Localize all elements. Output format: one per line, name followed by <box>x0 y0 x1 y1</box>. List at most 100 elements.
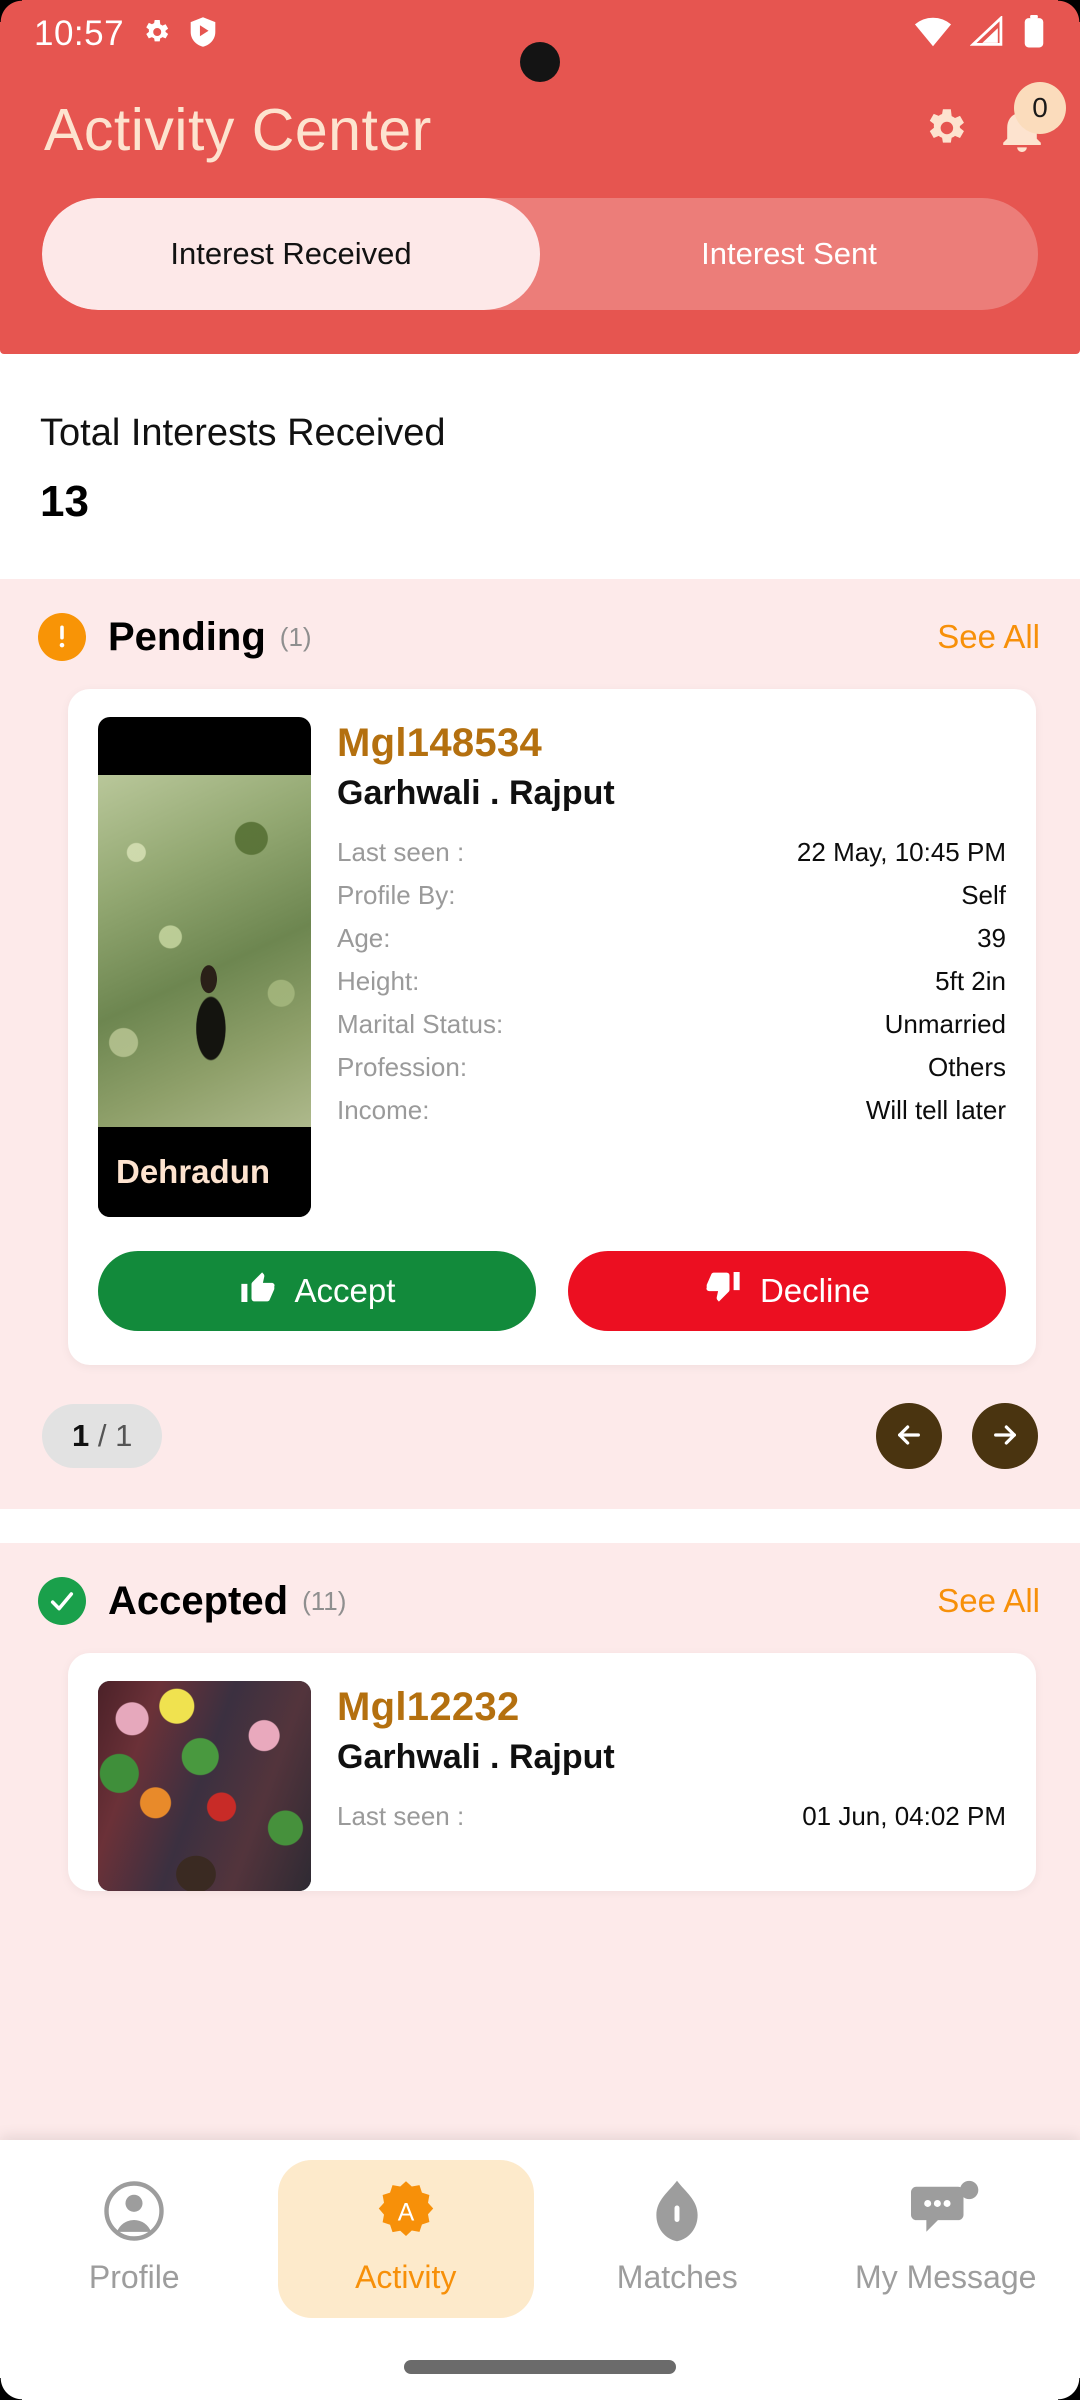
card-action-buttons: Accept Decline <box>98 1251 1006 1331</box>
profile-detail-row: Last seen : 22 May, 10:45 PM <box>337 831 1006 874</box>
pending-see-all-link[interactable]: See All <box>937 618 1040 656</box>
app-bar-actions: 0 <box>920 82 1066 158</box>
screen-corner-top-left <box>0 0 22 22</box>
profile-photo-image <box>98 775 311 1127</box>
settings-gear-icon[interactable] <box>920 103 970 158</box>
pagination-controls <box>876 1403 1038 1469</box>
decline-button-label: Decline <box>759 1272 871 1309</box>
detail-value: 22 May, 10:45 PM <box>796 837 1006 867</box>
chat-bubble-icon <box>910 2178 981 2249</box>
detail-value: 39 <box>977 923 1006 953</box>
accept-button[interactable]: Accept <box>98 1251 536 1331</box>
page-separator: / <box>97 1418 107 1453</box>
accepted-profile-info: Mgl12232 Garhwali . Rajput Last seen : 0… <box>337 1681 1006 1891</box>
pending-section: Pending (1) See All Dehradun Mgl148534 G… <box>0 579 1080 1509</box>
detail-value: Will tell later <box>865 1095 1006 1125</box>
notifications-button[interactable]: 0 <box>1000 82 1066 154</box>
gesture-home-bar[interactable] <box>404 2360 676 2374</box>
nav-label-activity: Activity <box>355 2259 457 2295</box>
detail-key: Last seen : <box>337 1801 465 1831</box>
status-bar-left: 10:57 <box>34 14 218 54</box>
profile-detail-row: Profession: Others <box>337 1046 1006 1089</box>
accepted-profile-photo[interactable] <box>98 1681 311 1891</box>
pending-title: Pending <box>108 614 266 659</box>
interest-tabs: Interest Received Interest Sent <box>42 198 1038 310</box>
screen-corner-bottom-right <box>1058 2378 1080 2400</box>
accept-button-label: Accept <box>294 1272 396 1309</box>
arrow-right-icon <box>989 1419 1021 1454</box>
profile-detail-row: Age: 39 <box>337 917 1006 960</box>
screen-corner-bottom-left <box>0 2378 22 2400</box>
profile-detail-row: Height: 5ft 2in <box>337 960 1006 1003</box>
status-bar-right <box>914 14 1046 54</box>
page-current: 1 <box>72 1418 90 1453</box>
screen-corner-top-right <box>1058 0 1080 22</box>
header-spacer <box>0 310 1080 354</box>
section-divider <box>0 1509 1080 1543</box>
previous-page-button[interactable] <box>876 1403 942 1469</box>
notification-badge: 0 <box>1014 82 1066 134</box>
person-circle-icon <box>101 2178 167 2249</box>
detail-value: Self <box>961 880 1006 910</box>
accepted-section-header: Accepted (11) See All <box>0 1543 1080 1647</box>
svg-text:A: A <box>397 2199 414 2226</box>
accepted-count: (11) <box>302 1585 347 1616</box>
pending-card-body: Dehradun Mgl148534 Garhwali . Rajput Las… <box>98 717 1006 1217</box>
shield-icon <box>646 2178 708 2249</box>
wifi-icon <box>914 16 952 53</box>
detail-key: Profile By: <box>337 880 456 910</box>
activity-badge-a-icon: A <box>373 2178 439 2249</box>
thumbs-up-icon <box>239 1268 277 1314</box>
nav-label-my-message: My Message <box>855 2259 1037 2295</box>
decline-button[interactable]: Decline <box>568 1251 1006 1331</box>
page-indicator: 1 / 1 <box>42 1404 163 1468</box>
pending-profile-card[interactable]: Dehradun Mgl148534 Garhwali . Rajput Las… <box>68 689 1036 1365</box>
status-bar-clock: 10:57 <box>34 14 125 53</box>
tab-interest-received[interactable]: Interest Received <box>42 198 540 310</box>
battery-icon <box>1022 14 1046 54</box>
app-bar: Activity Center 0 <box>0 68 1080 186</box>
arrow-left-icon <box>893 1419 925 1454</box>
app-screen: 10:57 Activity Center 0 Interest Receive… <box>0 0 1080 2400</box>
profile-info: Mgl148534 Garhwali . Rajput Last seen : … <box>337 717 1006 1217</box>
profile-detail-row: Last seen : 01 Jun, 04:02 PM <box>337 1795 1006 1838</box>
detail-key: Income: <box>337 1095 430 1125</box>
accepted-profile-photo-image <box>98 1681 311 1891</box>
nav-item-activity[interactable]: A Activity <box>277 2160 534 2318</box>
cellular-signal-icon <box>969 14 1004 53</box>
profile-detail-list: Last seen : 22 May, 10:45 PM Profile By:… <box>337 831 1006 1132</box>
detail-key: Marital Status: <box>337 1009 504 1039</box>
detail-key: Age: <box>337 923 391 953</box>
pending-count: (1) <box>279 621 312 652</box>
nav-label-matches: Matches <box>616 2259 738 2295</box>
detail-value: 01 Jun, 04:02 PM <box>802 1801 1006 1831</box>
nav-label-profile: Profile <box>88 2259 180 2295</box>
profile-id[interactable]: Mgl148534 <box>337 721 1006 766</box>
accepted-profile-card[interactable]: Mgl12232 Garhwali . Rajput Last seen : 0… <box>68 1653 1036 1891</box>
thumbs-down-icon <box>704 1268 742 1314</box>
detail-value: 5ft 2in <box>935 966 1006 996</box>
accepted-detail-list: Last seen : 01 Jun, 04:02 PM <box>337 1795 1006 1838</box>
nav-item-my-message[interactable]: My Message <box>821 2160 1071 2318</box>
nav-item-profile[interactable]: Profile <box>9 2160 259 2318</box>
page-total: 1 <box>115 1418 133 1453</box>
nav-item-matches[interactable]: Matches <box>552 2160 802 2318</box>
pending-section-header: Pending (1) See All <box>0 579 1080 683</box>
total-interests-label: Total Interests Received <box>40 412 446 454</box>
gear-icon <box>140 16 172 53</box>
next-page-button[interactable] <box>972 1403 1038 1469</box>
profile-photo[interactable]: Dehradun <box>98 717 311 1217</box>
detail-key: Profession: <box>337 1052 468 1082</box>
accepted-card-body: Mgl12232 Garhwali . Rajput Last seen : 0… <box>98 1681 1006 1891</box>
exclamation-circle-icon <box>38 613 86 661</box>
profile-detail-row: Income: Will tell later <box>337 1089 1006 1132</box>
total-interests-summary: Total Interests Received 13 <box>0 354 1080 579</box>
accepted-see-all-link[interactable]: See All <box>937 1582 1040 1620</box>
profile-detail-row: Marital Status: Unmarried <box>337 1003 1006 1046</box>
accepted-profile-id[interactable]: Mgl12232 <box>337 1685 1006 1730</box>
pending-pagination: 1 / 1 <box>0 1365 1080 1509</box>
tab-interest-sent[interactable]: Interest Sent <box>540 198 1038 310</box>
front-camera-cutout <box>520 42 560 82</box>
page-title: Activity Center <box>44 97 432 163</box>
profile-community: Garhwali . Rajput <box>337 774 615 812</box>
